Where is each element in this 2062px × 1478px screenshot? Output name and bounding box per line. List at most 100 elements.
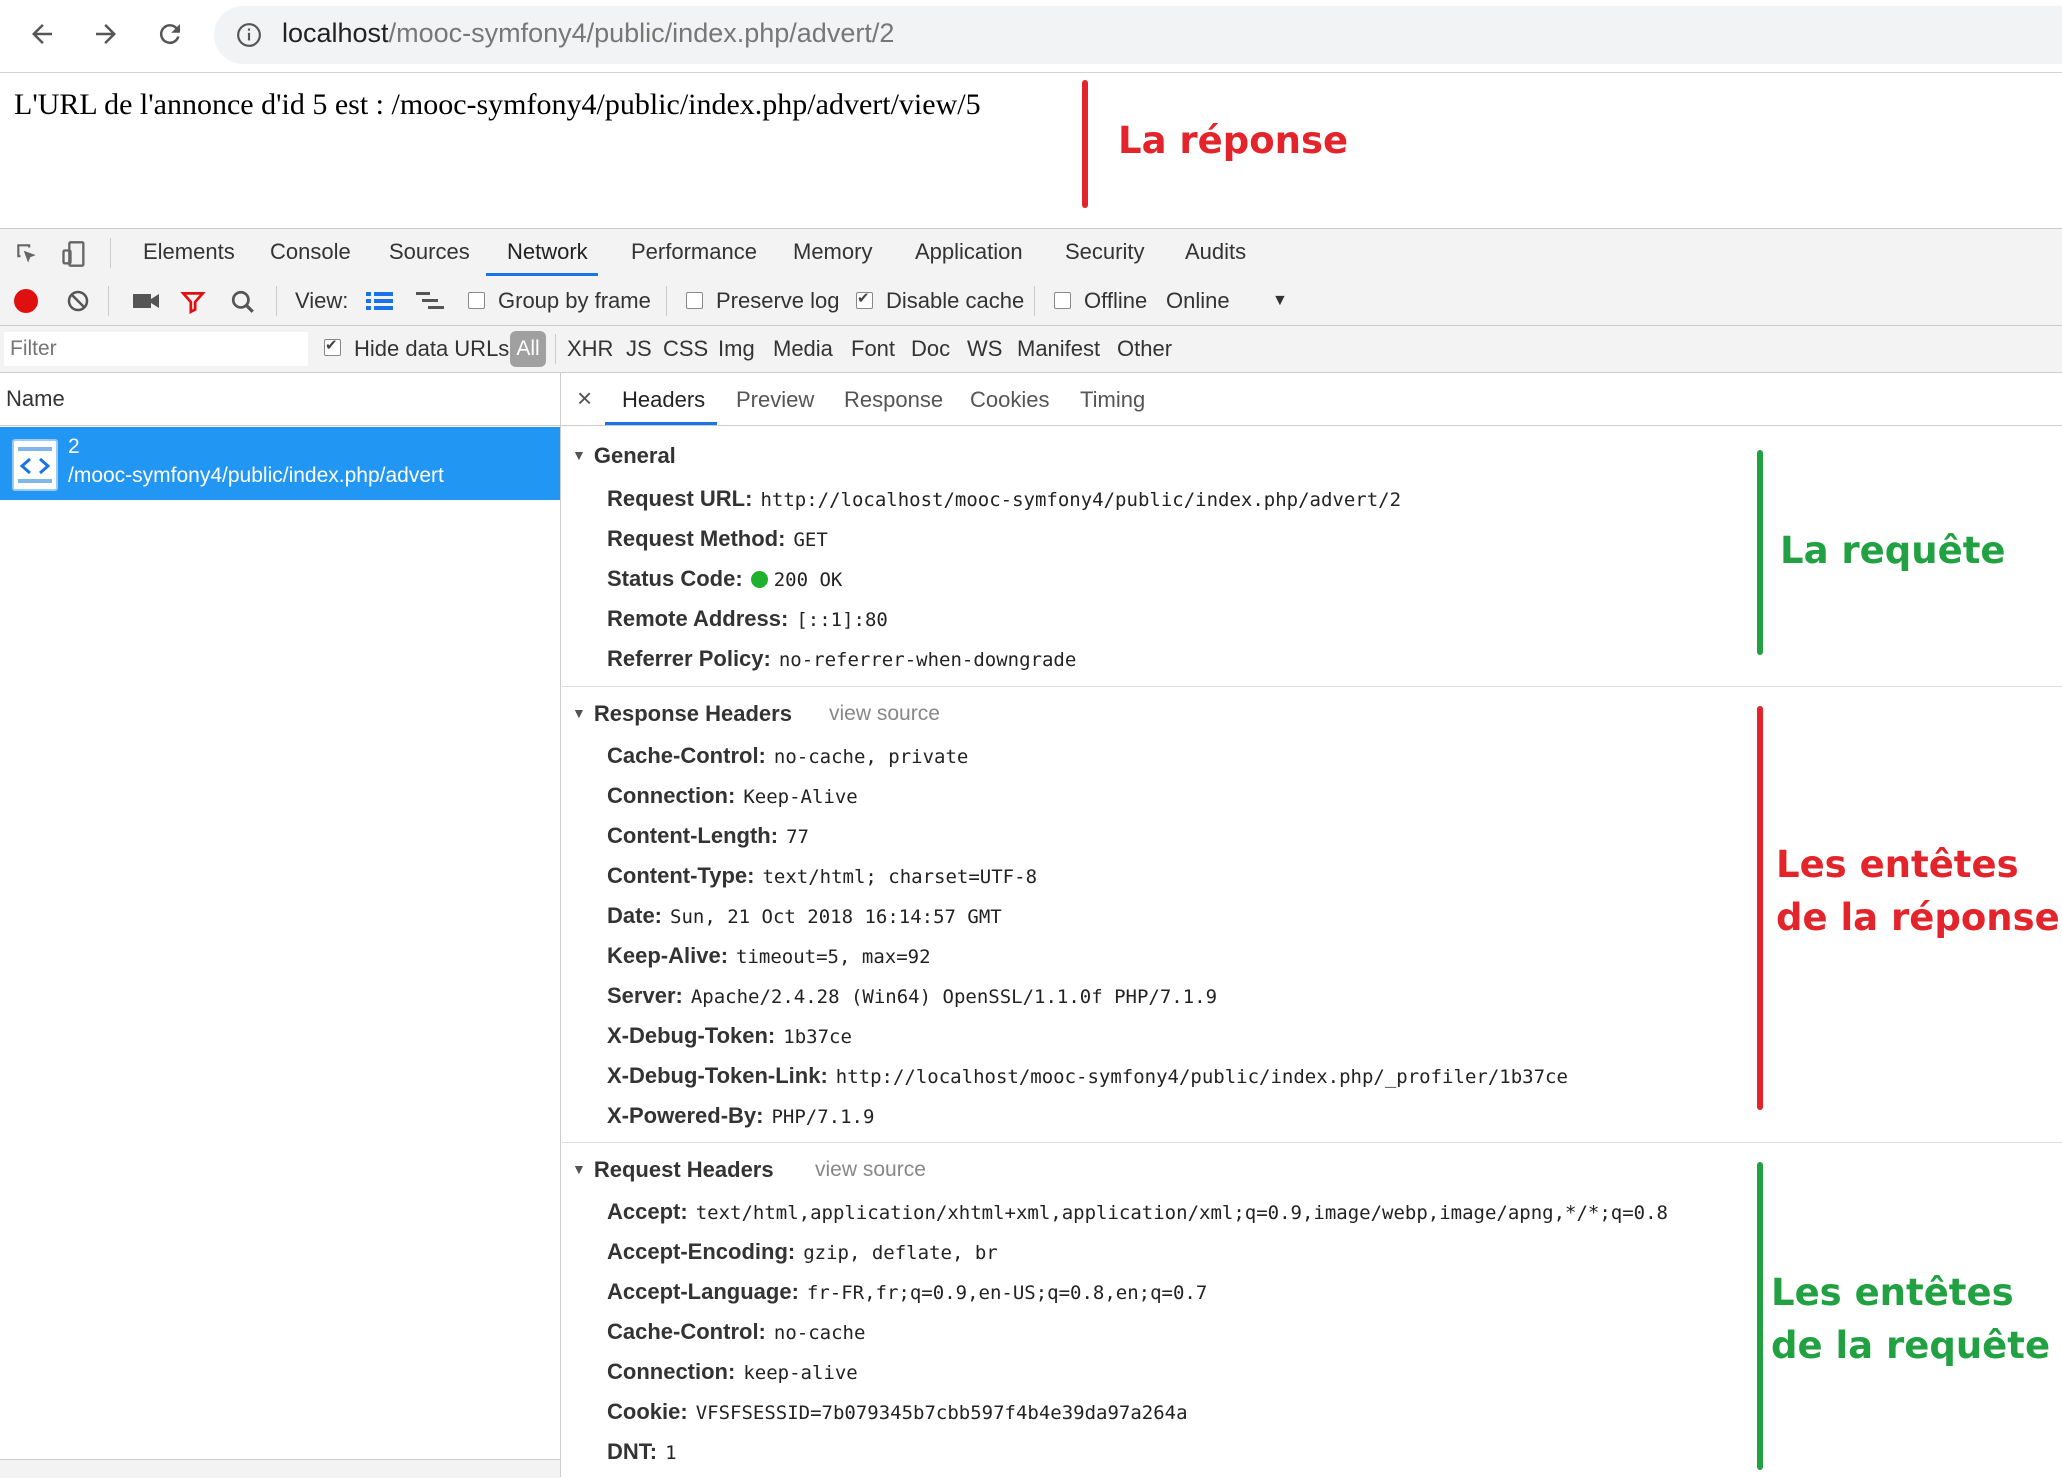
tab-performance[interactable]: Performance <box>631 239 757 265</box>
tab-cookies[interactable]: Cookies <box>970 387 1049 413</box>
waterfall-overview-icon[interactable] <box>416 291 444 311</box>
close-icon[interactable]: × <box>577 383 592 414</box>
request-headers-title: Request Headers <box>593 1157 774 1182</box>
tab-memory[interactable]: Memory <box>793 239 872 265</box>
header-key: X-Powered-By: <box>607 1103 764 1128</box>
header-value: PHP/7.1.9 <box>771 1106 875 1128</box>
filter-type-manifest[interactable]: Manifest <box>1017 336 1100 362</box>
header-value: keep-alive <box>743 1362 858 1384</box>
header-row: Accept-Encoding: gzip, deflate, br <box>607 1239 998 1265</box>
filter-type-font[interactable]: Font <box>851 336 895 362</box>
url-text[interactable]: localhost/mooc-symfony4/public/index.php… <box>282 18 894 49</box>
screenshot-camera-icon[interactable] <box>132 290 160 312</box>
header-row: Cookie: VFSFSESSID=7b079345b7cbb597f4b4e3… <box>607 1399 1188 1425</box>
group-by-frame-checkbox[interactable] <box>468 292 485 309</box>
tab-console[interactable]: Console <box>270 239 351 265</box>
header-key: X-Debug-Token: <box>607 1023 776 1048</box>
filter-type-other[interactable]: Other <box>1117 336 1172 362</box>
tab-application[interactable]: Application <box>915 239 1023 265</box>
back-button[interactable] <box>20 12 64 56</box>
header-value: no-referrer-when-downgrade <box>778 649 1077 671</box>
record-button[interactable] <box>14 289 38 313</box>
filter-funnel-icon[interactable] <box>180 289 206 315</box>
tab-security[interactable]: Security <box>1065 239 1144 265</box>
filter-input[interactable] <box>4 332 308 366</box>
general-section-header[interactable]: ▼ General <box>572 443 676 469</box>
header-key: Request Method: <box>607 526 786 551</box>
header-value: VFSFSESSID=7b079345b7cbb597f4b4e39da97a2… <box>695 1402 1188 1424</box>
reload-button[interactable] <box>148 12 192 56</box>
tab-preview[interactable]: Preview <box>736 387 814 413</box>
filter-type-media[interactable]: Media <box>773 336 833 362</box>
status-bar <box>0 1459 560 1478</box>
tab-sources[interactable]: Sources <box>389 239 470 265</box>
header-value: Keep-Alive <box>743 786 858 808</box>
hide-data-urls-checkbox[interactable] <box>324 336 341 356</box>
header-key: Status Code: <box>607 566 743 591</box>
section-divider <box>562 686 2062 687</box>
filter-type-img[interactable]: Img <box>718 336 755 362</box>
header-key: X-Debug-Token-Link: <box>607 1063 828 1088</box>
preserve-log-checkbox[interactable] <box>686 292 703 309</box>
header-key: Connection: <box>607 783 736 808</box>
preserve-log-label: Preserve log <box>716 288 840 313</box>
tab-elements[interactable]: Elements <box>143 239 235 265</box>
header-key: Content-Type: <box>607 863 755 888</box>
tab-audits[interactable]: Audits <box>1185 239 1246 265</box>
header-row: Referrer Policy: no-referrer-when-downgra… <box>607 646 1076 672</box>
header-row: X-Debug-Token: 1b37ce <box>607 1023 852 1049</box>
view-label: View: <box>295 288 349 313</box>
device-toolbar-icon[interactable] <box>60 239 88 269</box>
large-rows-icon[interactable] <box>366 291 394 311</box>
header-row: Status Code: 200 OK <box>607 566 842 592</box>
annotation-request-headers-line1: Les entêtes <box>1771 1271 2014 1314</box>
filter-type-css[interactable]: CSS <box>663 336 708 362</box>
header-row: Server: Apache/2.4.28 (Win64) OpenSSL/1.1… <box>607 983 1217 1009</box>
page-body-text: L'URL de l'annonce d'id 5 est : /mooc-sy… <box>14 88 981 121</box>
filter-type-all[interactable]: All <box>510 331 546 367</box>
header-value: 77 <box>786 826 809 848</box>
header-row: Connection: Keep-Alive <box>607 783 858 809</box>
disable-cache-checkbox[interactable] <box>856 289 873 309</box>
response-view-source-link[interactable]: view source <box>829 702 940 726</box>
request-row[interactable]: 2 /mooc-symfony4/public/index.php/advert <box>0 427 560 500</box>
toolbar-separator <box>108 286 109 316</box>
request-list: Name 2 /mooc-symfony4/public/index.php/a… <box>0 373 561 1478</box>
response-headers-section-header[interactable]: ▼ Response Headers <box>572 701 792 727</box>
header-value: no-cache, private <box>773 746 969 768</box>
header-row: Accept-Language: fr-FR,fr;q=0.9,en-US;q=0… <box>607 1279 1207 1305</box>
tab-headers[interactable]: Headers <box>622 387 705 413</box>
filter-type-doc[interactable]: Doc <box>911 336 950 362</box>
header-value: GET <box>793 529 828 551</box>
clear-icon[interactable] <box>66 289 90 313</box>
annotation-request: La requête <box>1780 529 2006 572</box>
search-icon[interactable] <box>230 289 256 315</box>
tab-network[interactable]: Network <box>507 239 588 265</box>
annotation-bar-response <box>1082 80 1088 208</box>
request-headers-section-header[interactable]: ▼ Request Headers <box>572 1157 774 1183</box>
toolbar-separator <box>666 286 667 316</box>
annotation-response-headers-line1: Les entêtes <box>1776 843 2019 886</box>
chevron-down-icon[interactable]: ▼ <box>1272 292 1288 310</box>
name-column-header[interactable]: Name <box>0 373 560 426</box>
header-value: 1b37ce <box>783 1026 852 1048</box>
status-ok-dot-icon <box>750 571 768 588</box>
section-divider <box>562 1142 2062 1143</box>
request-view-source-link[interactable]: view source <box>815 1158 926 1182</box>
tab-timing[interactable]: Timing <box>1080 387 1145 413</box>
forward-button[interactable] <box>84 12 128 56</box>
offline-checkbox[interactable] <box>1054 292 1071 309</box>
filter-type-js[interactable]: JS <box>626 336 652 362</box>
header-key: Content-Length: <box>607 823 779 848</box>
filter-type-ws[interactable]: WS <box>967 336 1002 362</box>
inspect-element-icon[interactable] <box>14 241 40 267</box>
network-toolbar: View: Group by frame Preserve log Disabl… <box>0 277 2062 326</box>
tab-response[interactable]: Response <box>844 387 943 413</box>
hide-data-urls-label: Hide data URLs <box>354 336 510 361</box>
filter-type-xhr[interactable]: XHR <box>567 336 613 362</box>
address-bar[interactable]: localhost/mooc-symfony4/public/index.php… <box>214 6 2062 64</box>
throttling-select[interactable]: Online <box>1166 288 1230 314</box>
annotation-response: La réponse <box>1118 119 1349 162</box>
header-value: fr-FR,fr;q=0.9,en-US;q=0.8,en;q=0.7 <box>806 1282 1208 1304</box>
tab-network-underline <box>486 273 598 276</box>
